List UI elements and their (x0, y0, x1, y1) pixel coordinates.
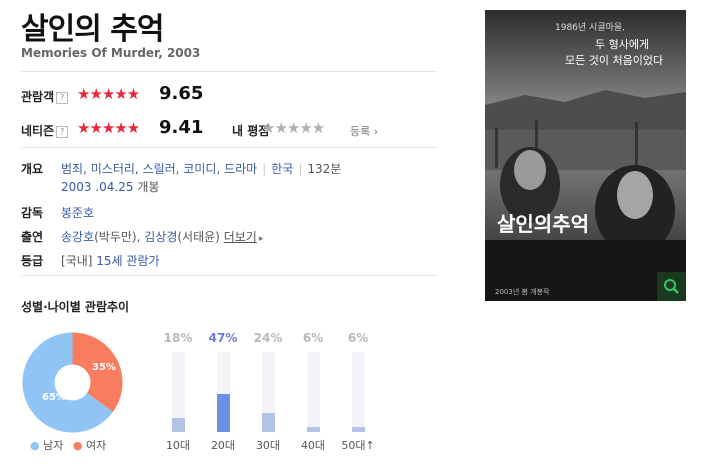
zoom-button[interactable] (657, 272, 686, 301)
age-bar-fill (172, 418, 185, 432)
age-bar-track (352, 352, 365, 432)
audience-stars: ★★★★★ (77, 85, 140, 103)
age-category-label: 10대 (165, 439, 191, 452)
director-label: 감독 (21, 206, 44, 220)
divider (21, 147, 436, 148)
female-percent-label: 35% (92, 362, 116, 373)
age-bar-fill (217, 394, 230, 432)
runtime: 132분 (307, 162, 342, 176)
divider (21, 275, 436, 276)
genre-link[interactable]: 미스터리 (91, 162, 135, 176)
age-bar-track (172, 352, 185, 432)
genre-link[interactable]: 드라마 (224, 162, 257, 176)
age-percent-label: 6% (347, 331, 369, 345)
audience-score: 9.65 (159, 83, 204, 104)
age-bar-track (262, 352, 275, 432)
movie-title: 살인의 추억 (21, 12, 164, 47)
male-legend-dot: ● (30, 439, 40, 452)
age-percent-label: 24% (253, 331, 283, 345)
age-bar-track (307, 352, 320, 432)
divider (21, 71, 436, 72)
genre-link[interactable]: 코미디 (183, 162, 216, 176)
release-line: 2003 .04.25 개봉 (61, 180, 160, 194)
genre-link[interactable]: 스릴러 (143, 162, 176, 176)
movie-poster[interactable]: 1986년 시골마을, 두 형사에게 모든 것이 처음이었다 살인의추억 200… (485, 10, 686, 301)
grade-label: 등급 (21, 254, 44, 268)
female-legend-dot: ● (72, 439, 83, 452)
genre-link[interactable]: 범죄 (61, 162, 83, 176)
help-icon[interactable]: ? (56, 92, 69, 104)
movie-subtitle: Memories Of Murder, 2003 (21, 46, 201, 60)
age-category-label: 30대 (255, 439, 281, 452)
cast-link[interactable]: 김상경 (144, 230, 177, 244)
caret-right-icon: ▸ (258, 234, 264, 244)
cast-label: 출연 (21, 230, 44, 244)
gender-legend: ● 남자 ● 여자 (30, 439, 107, 452)
age-percent-label: 6% (302, 331, 324, 345)
cast-link[interactable]: 송강호 (61, 230, 94, 244)
help-icon[interactable]: ? (56, 126, 69, 138)
poster-logo: 살인의추억 (497, 212, 589, 236)
audience-rating-label: 관람객? (21, 88, 69, 105)
more-cast-link[interactable]: 더보기 (224, 230, 257, 244)
age-bar-fill (262, 413, 275, 432)
director-link[interactable]: 봉준호 (61, 204, 94, 221)
age-category-label: 40대 (300, 439, 326, 452)
overview-label: 개요 (21, 162, 44, 176)
male-percent-label: 65% (42, 392, 66, 403)
age-category-label: 20대 (210, 439, 236, 452)
netizen-stars: ★★★★★ (77, 119, 140, 137)
cast-line: 송강호(박두만), 김상경(서태윤) 더보기 ▸ (61, 230, 264, 244)
release-date-link[interactable]: 2003 .04.25 (61, 180, 134, 194)
grade-link[interactable]: 15세 관람가 (96, 254, 159, 268)
age-percent-label: 47% (208, 331, 238, 345)
age-category-label: 50대↑ (341, 439, 375, 452)
netizen-score: 9.41 (159, 117, 204, 138)
age-percent-label: 18% (163, 331, 193, 345)
register-rating-link[interactable]: 등록 › (350, 123, 378, 139)
netizen-rating-label: 네티즌? (21, 122, 69, 139)
overview-line: 범죄, 미스터리, 스릴러, 코미디, 드라마 | 한국 | 132분 (61, 162, 342, 176)
magnifier-icon (664, 279, 679, 294)
gender-pie-chart: 65% 35% (22, 332, 123, 433)
grade-line: [국내] 15세 관람가 (61, 254, 160, 268)
age-bar-fill (307, 427, 320, 432)
age-bar-track (217, 352, 230, 432)
my-rating-stars[interactable]: ★★★★★ (262, 119, 325, 137)
country-link[interactable]: 한국 (271, 162, 293, 176)
chevron-right-icon: › (373, 125, 379, 138)
stats-title: 성별·나이별 관람추이 (21, 300, 130, 314)
age-bar-fill (352, 427, 365, 432)
